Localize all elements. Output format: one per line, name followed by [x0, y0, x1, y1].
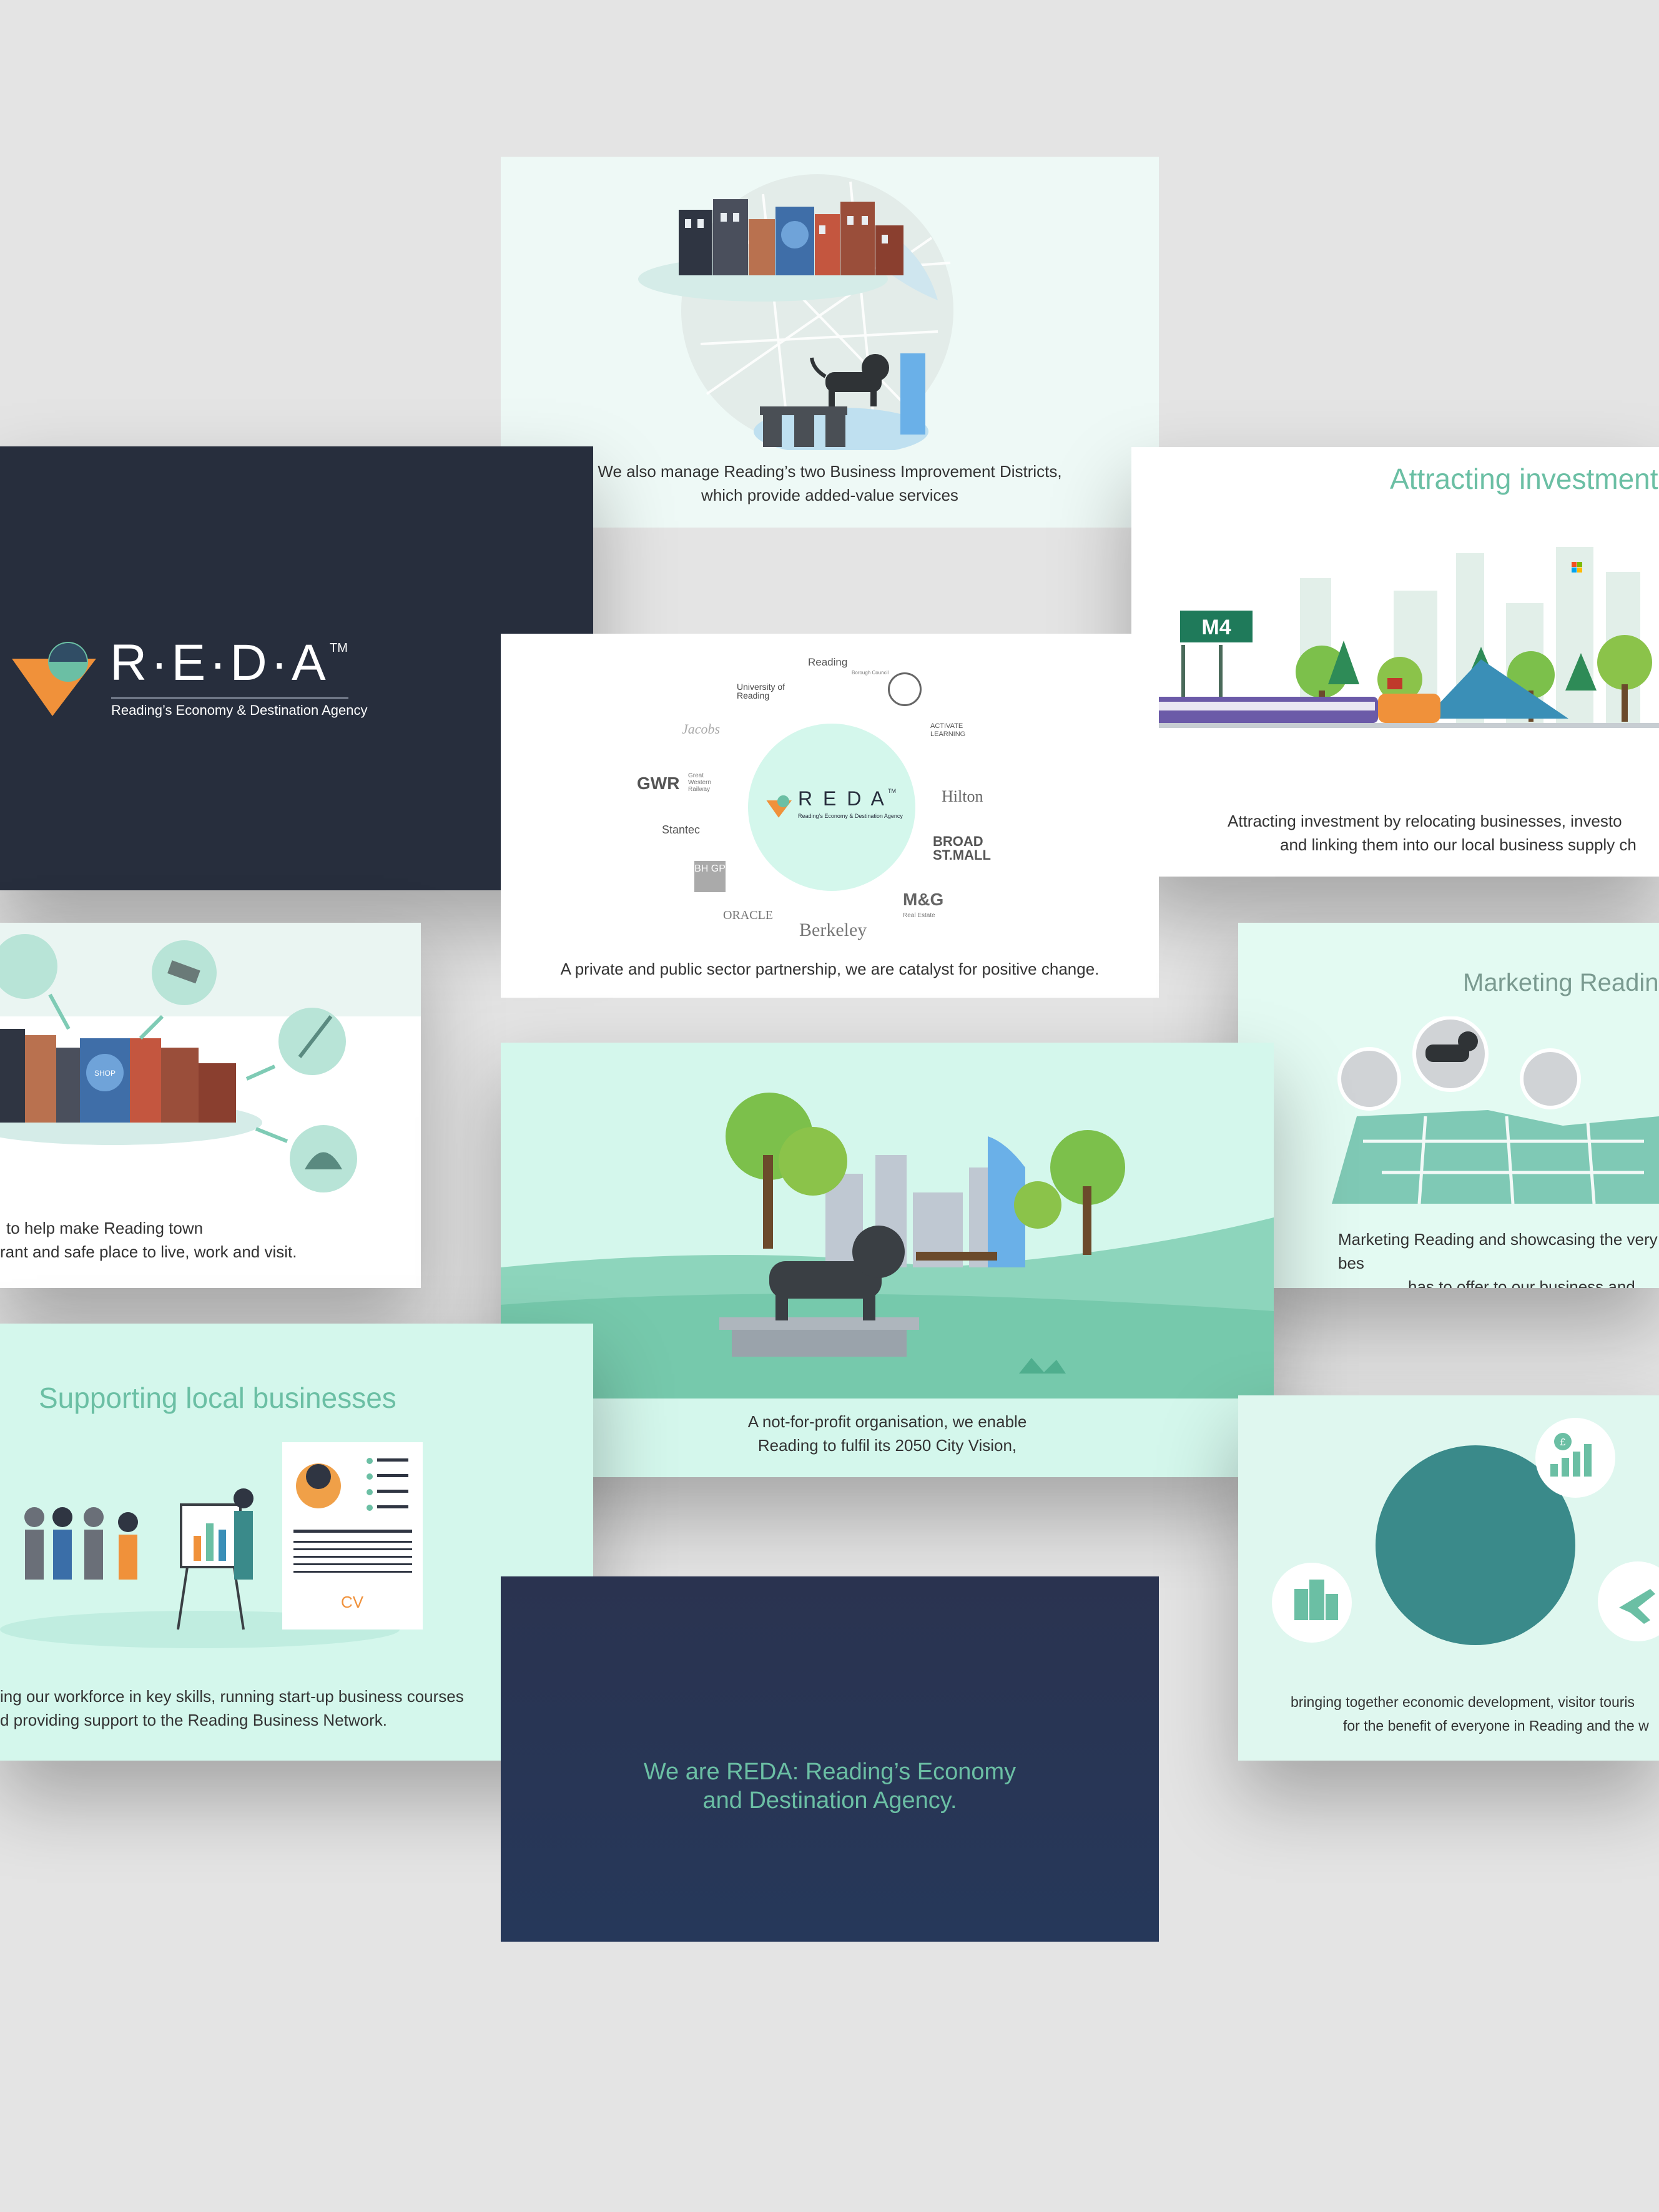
supporting-title: Supporting local businesses	[39, 1382, 396, 1414]
partners-tm: TM	[888, 788, 896, 794]
logo-divider	[111, 697, 348, 699]
vision-caption-line2: Reading to fulfil its 2050 City Vision,	[757, 1436, 1017, 1455]
marker-stones-icon	[1337, 1047, 1401, 1111]
we-are-line2: and Destination Agency.	[702, 1787, 957, 1814]
bid-stones	[760, 406, 847, 447]
town-illustration: SHOP	[0, 923, 421, 1192]
bid-caption-line2: which provide added-value services	[701, 486, 958, 504]
investment-illustration: M4	[1131, 547, 1659, 728]
logo-oracle: ORACLE	[723, 908, 773, 922]
logo-tagline: Reading’s Economy & Destination Agency	[111, 702, 368, 718]
bid-buildings	[679, 199, 903, 275]
marketing-caption-line2: has to offer to our business and leisur	[1408, 1277, 1635, 1288]
cv-document: CV	[282, 1442, 423, 1630]
bringing-illustration: £	[1272, 1418, 1659, 1645]
marketing-illustration	[1332, 1016, 1659, 1204]
plane-icon	[1598, 1561, 1659, 1641]
logo-gwr-sub: Great Western Railway	[688, 772, 712, 793]
town-caption-line2: rant and safe place to live, work and vi…	[0, 1242, 297, 1261]
we-are-line1: We are REDA: Reading’s Economy	[643, 1759, 1017, 1785]
logo-tm: TM	[330, 641, 348, 655]
vision-illustration	[501, 1043, 1274, 1398]
pound-symbol: £	[1560, 1437, 1566, 1448]
logo-university: University of Reading	[737, 682, 785, 700]
logo-mg: M&G	[903, 890, 944, 909]
slide-town: SHOP to help make Reading town rant and …	[0, 923, 421, 1288]
town-shop-label: SHOP	[94, 1069, 116, 1078]
logo-activate: ACTIVATE LEARNING	[930, 722, 966, 738]
logo-bhgp: BH GP	[694, 861, 726, 892]
cv-label: CV	[341, 1593, 364, 1611]
slide-partners: R E D A TM Reading’s Economy & Destinati…	[501, 634, 1159, 998]
slide-bid: We also manage Reading’s two Business Im…	[501, 157, 1159, 528]
logo-hilton: Hilton	[942, 787, 983, 805]
logo-stantec: Stantec	[662, 823, 701, 836]
vision-caption-line1: A not-for-profit organisation, we enable	[747, 1412, 1027, 1431]
partners-wordmark: R E D A	[798, 787, 887, 810]
vision-bench	[916, 1252, 997, 1261]
investment-caption-line2: and linking them into our local business…	[1280, 835, 1637, 854]
m4-sign-text: M4	[1201, 616, 1231, 639]
partners-tagline: Reading’s Economy & Destination Agency	[798, 813, 903, 819]
logo-gwr: GWR	[637, 774, 680, 793]
slide-marketing: Marketing Reading Marketing Reading and …	[1238, 923, 1659, 1288]
town-caption-line1: to help make Reading town	[6, 1219, 204, 1237]
logo-jacobs: Jacobs	[682, 721, 721, 737]
partners-reda-mark	[766, 795, 792, 818]
presentation-board	[177, 1503, 245, 1630]
marketing-title: Marketing Reading	[1463, 969, 1659, 996]
reda-logo-mark	[12, 642, 96, 716]
logo-berkeley: Berkeley	[799, 920, 867, 940]
slide-vision: A not-for-profit organisation, we enable…	[501, 1043, 1274, 1477]
partners-caption: A private and public sector partnership,…	[560, 960, 1100, 978]
investment-title: Attracting investment	[1390, 463, 1658, 495]
marketing-caption-line1: Marketing Reading and showcasing the ver…	[1338, 1230, 1658, 1272]
bringing-caption-line1: bringing together economic development, …	[1291, 1694, 1635, 1710]
logo-reading-council-sub: Borough Council	[852, 670, 889, 676]
audience-people	[24, 1507, 138, 1580]
bid-illustration	[638, 174, 953, 450]
bid-caption-line1: We also manage Reading’s two Business Im…	[598, 462, 1062, 481]
logo-broad-street: BROAD ST.MALL	[933, 833, 991, 863]
logo-mg-sub: Real Estate	[903, 912, 935, 919]
investment-train	[1131, 694, 1440, 723]
logo-reading-council: Reading	[808, 656, 848, 668]
logo-roundel-icon	[888, 672, 922, 706]
slide-investment: Attracting investment M4 Attracting inve…	[1131, 447, 1659, 877]
bringing-caption-line2: for the benefit of everyone in Reading a…	[1343, 1718, 1649, 1734]
slide-we-are: We are REDA: Reading’s Economy and Desti…	[501, 1576, 1159, 1942]
slide-bringing: £ bringing together economic development…	[1238, 1395, 1659, 1761]
marker-crowd-icon	[1520, 1048, 1581, 1109]
logo-wordmark: R·E·D·A	[110, 634, 330, 691]
investment-caption-line1: Attracting investment by relocating busi…	[1228, 812, 1622, 830]
town-buildings	[0, 1029, 236, 1123]
